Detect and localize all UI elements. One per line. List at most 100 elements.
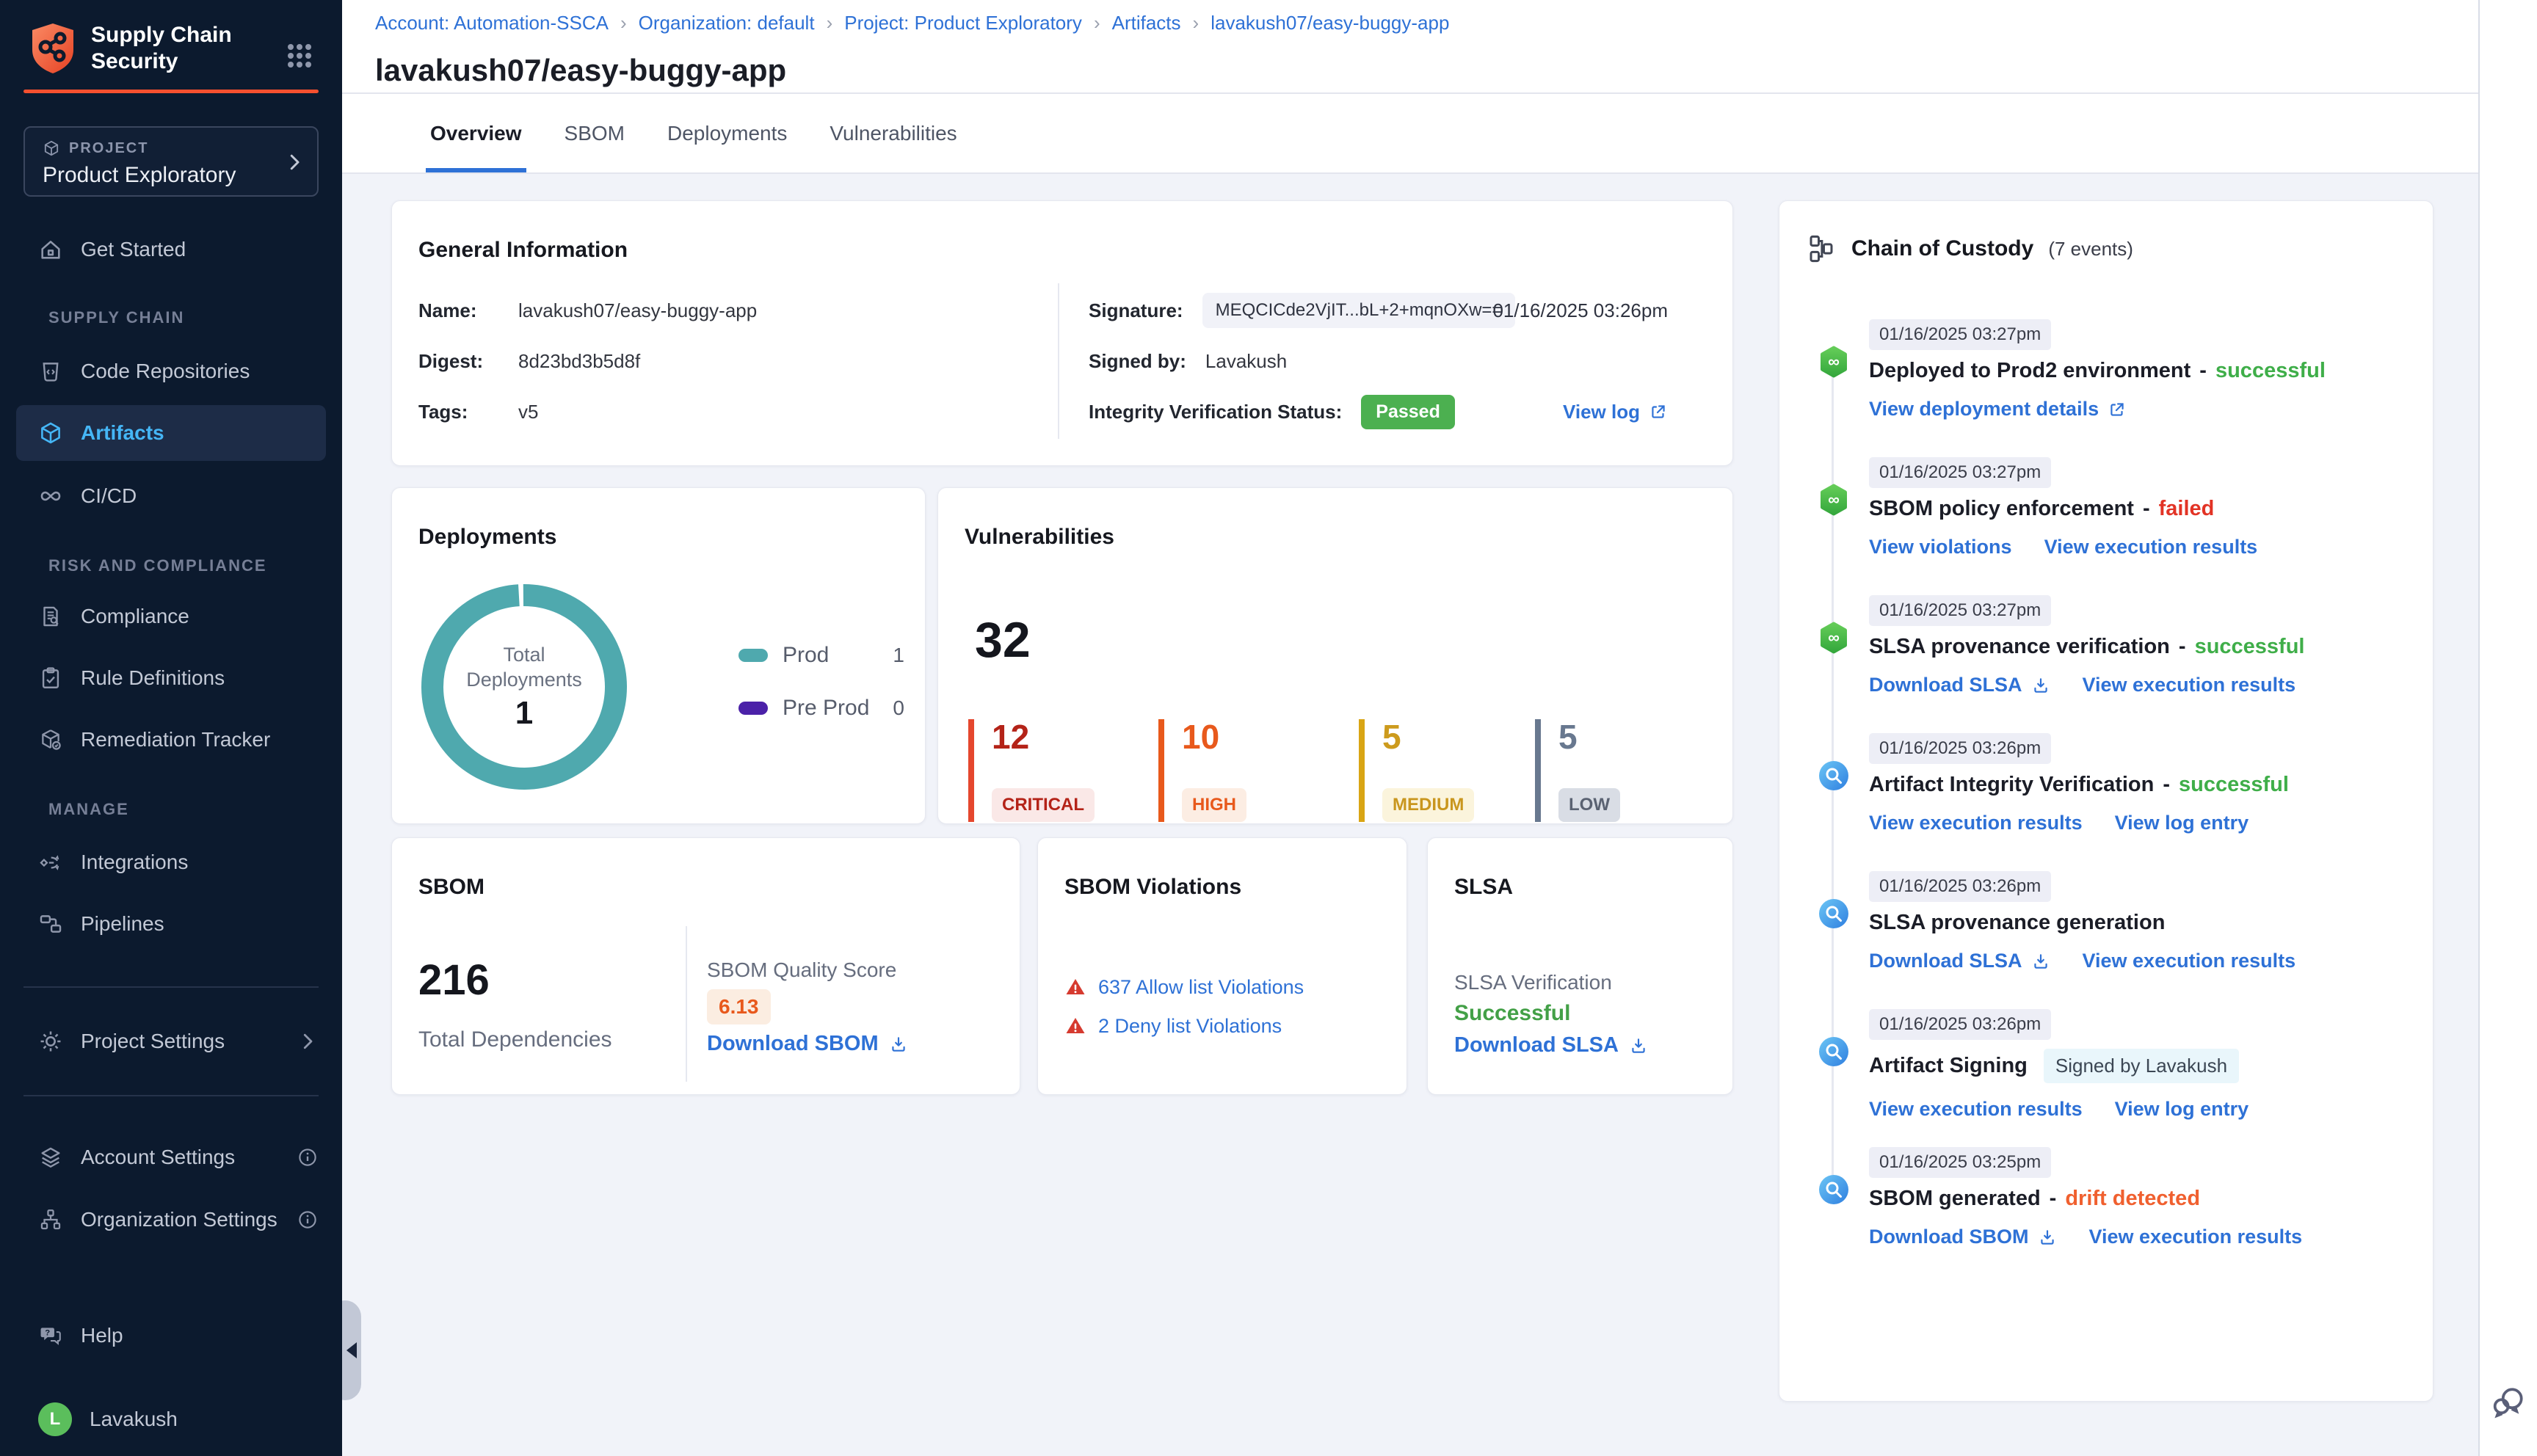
tab-deployments[interactable]: Deployments — [663, 94, 791, 172]
event-title: SBOM generated — [1869, 1187, 2041, 1210]
sidebar-item-integrations[interactable]: Integrations — [23, 842, 319, 883]
warning-triangle-icon — [1064, 1015, 1086, 1037]
project-kicker: PROJECT — [69, 139, 149, 156]
vulnerabilities-total: 32 — [975, 612, 1031, 668]
view-execution-results-link[interactable]: View execution results — [2083, 674, 2296, 696]
sidebar-item-rule-definitions[interactable]: Rule Definitions — [23, 658, 319, 699]
sidebar-item-compliance[interactable]: Compliance — [23, 596, 319, 637]
sidebar-item-help[interactable]: ? Help — [23, 1315, 319, 1356]
event-timestamp: 01/16/2025 03:27pm — [1869, 457, 2052, 488]
chat-feedback-icon[interactable] — [2490, 1384, 2527, 1421]
donut-center-label: Total Deployments — [466, 644, 582, 691]
breadcrumb-account[interactable]: Account: Automation-SSCA — [375, 12, 609, 34]
app-window: Supply Chain Security PROJECT Product Ex… — [0, 0, 2537, 1456]
sidebar-item-project-settings[interactable]: Project Settings — [23, 1021, 319, 1062]
deny-list-violations-row: 2 Deny list Violations — [1064, 1011, 1282, 1041]
collapse-arrow-icon — [346, 1342, 357, 1358]
download-sbom-link[interactable]: Download SBOM — [1869, 1226, 2029, 1248]
svg-text:?: ? — [45, 1329, 50, 1338]
signature-value: MEQCICde2VjIT...bL+2+mqnOXw== — [1202, 293, 1516, 328]
slsa-verification-label: SLSA Verification — [1454, 971, 1612, 994]
card-title: Vulnerabilities — [965, 525, 1114, 549]
download-icon — [2038, 1228, 2057, 1247]
download-sbom-row: Download SBOM — [707, 1032, 908, 1056]
event-status: successful — [2179, 773, 2289, 796]
user-menu[interactable]: L Lavakush — [23, 1399, 319, 1440]
severity-badge: CRITICAL — [992, 788, 1095, 822]
download-icon — [2031, 952, 2050, 971]
tab-bar: Overview SBOM Deployments Vulnerabilitie… — [342, 94, 2480, 174]
brand-accent-rule — [23, 90, 319, 93]
view-execution-results-link[interactable]: View execution results — [2044, 536, 2258, 558]
pipeline-step-icon: ∞ — [1818, 622, 1850, 654]
app-grid-icon[interactable] — [282, 38, 317, 73]
divider — [1058, 283, 1059, 439]
svg-text:∞: ∞ — [1828, 628, 1840, 647]
severity-low: 5 LOW — [1535, 719, 1620, 822]
download-icon — [889, 1035, 908, 1054]
sidebar-item-artifacts[interactable]: Artifacts — [16, 405, 326, 461]
sidebar-section-manage: MANAGE — [48, 800, 129, 818]
event-title: SLSA provenance generation — [1869, 911, 2166, 934]
download-slsa-link[interactable]: Download SLSA — [1869, 674, 2022, 696]
info-icon[interactable] — [297, 1146, 319, 1168]
sbom-violations-card: SBOM Violations 637 Allow list Violation… — [1037, 837, 1407, 1095]
signed-by-value: Lavakush — [1205, 349, 1288, 372]
shield-logo-icon — [29, 22, 76, 75]
scan-step-icon — [1818, 1173, 1850, 1206]
breadcrumb-organization[interactable]: Organization: default — [639, 12, 815, 34]
sidebar-item-cicd[interactable]: CI/CD — [23, 476, 319, 517]
severity-critical: 12 CRITICAL — [968, 719, 1095, 822]
info-icon[interactable] — [297, 1209, 319, 1231]
breadcrumb-artifact-name[interactable]: lavakush07/easy-buggy-app — [1211, 12, 1449, 34]
vulnerabilities-card: Vulnerabilities 32 12 CRITICAL 10 HIGH 5… — [937, 487, 1733, 824]
event-timestamp: 01/16/2025 03:27pm — [1869, 319, 2052, 350]
allow-list-violations-link[interactable]: 637 Allow list Violations — [1098, 976, 1304, 999]
view-log-entry-link[interactable]: View log entry — [2115, 1098, 2249, 1121]
sidebar-item-get-started[interactable]: Get Started — [23, 229, 319, 270]
layers-icon — [38, 1145, 63, 1170]
sidebar-item-organization-settings[interactable]: Organization Settings — [23, 1199, 319, 1240]
view-execution-results-link[interactable]: View execution results — [1869, 1098, 2083, 1121]
clipboard-check-icon — [38, 666, 63, 691]
event-timestamp: 01/16/2025 03:25pm — [1869, 1147, 2052, 1178]
page-title: lavakush07/easy-buggy-app — [375, 53, 787, 87]
card-title: SBOM Violations — [1064, 875, 1242, 899]
sidebar-item-pipelines[interactable]: Pipelines — [23, 903, 319, 944]
sidebar: Supply Chain Security PROJECT Product Ex… — [0, 0, 342, 1456]
sidebar-section-risk-compliance: RISK AND COMPLIANCE — [48, 556, 267, 575]
view-execution-results-link[interactable]: View execution results — [1869, 812, 2083, 834]
event-status: failed — [2158, 497, 2215, 520]
view-violations-link[interactable]: View violations — [1869, 536, 2012, 558]
view-execution-results-link[interactable]: View execution results — [2089, 1226, 2303, 1248]
project-selector[interactable]: PROJECT Product Exploratory — [23, 126, 319, 197]
breadcrumb-artifacts[interactable]: Artifacts — [1112, 12, 1181, 34]
event-status: successful — [2215, 359, 2326, 382]
general-information-card: General Information Name: lavakush07/easy… — [391, 200, 1733, 466]
sidebar-item-code-repositories[interactable]: Code Repositories — [23, 351, 319, 392]
download-slsa-row: Download SLSA — [1454, 1033, 1648, 1058]
severity-badge: MEDIUM — [1382, 788, 1475, 822]
view-execution-results-link[interactable]: View execution results — [2083, 950, 2296, 972]
chain-event: 01/16/2025 03:26pm Artifact Integrity Ve… — [1819, 733, 2406, 834]
project-cube-icon — [43, 139, 60, 157]
tab-overview[interactable]: Overview — [426, 94, 526, 172]
main-area: Account: Automation-SSCA › Organization:… — [342, 0, 2480, 1456]
view-deployment-details-link[interactable]: View deployment details — [1869, 398, 2099, 421]
event-title: SBOM policy enforcement — [1869, 497, 2134, 520]
tab-sbom[interactable]: SBOM — [560, 94, 629, 172]
deny-list-violations-link[interactable]: 2 Deny list Violations — [1098, 1015, 1282, 1038]
brand-title: Supply Chain Security — [91, 23, 232, 73]
legend-item-prod: Prod 1 — [738, 639, 904, 671]
pipeline-step-icon: ∞ — [1818, 484, 1850, 516]
sidebar-item-account-settings[interactable]: Account Settings — [23, 1137, 319, 1178]
share-icon — [38, 850, 63, 875]
breadcrumb-project[interactable]: Project: Product Exploratory — [844, 12, 1082, 34]
download-slsa-link[interactable]: Download SLSA — [1869, 950, 2022, 972]
view-log-link[interactable]: View log — [1563, 401, 1640, 423]
view-log-entry-link[interactable]: View log entry — [2115, 812, 2249, 834]
download-sbom-link[interactable]: Download SBOM — [707, 1032, 879, 1056]
sidebar-item-remediation-tracker[interactable]: Remediation Tracker — [23, 719, 319, 760]
download-slsa-link[interactable]: Download SLSA — [1454, 1033, 1619, 1058]
tab-vulnerabilities[interactable]: Vulnerabilities — [825, 94, 961, 172]
